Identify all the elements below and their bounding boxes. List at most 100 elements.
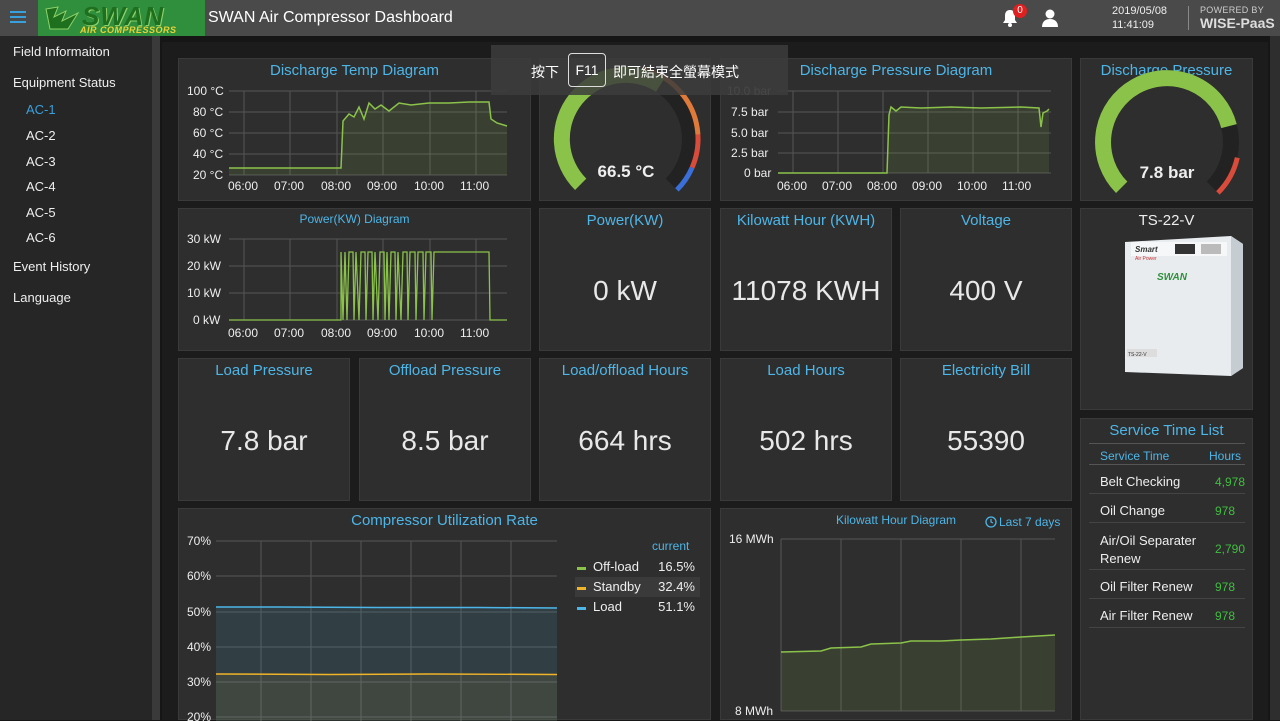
sidebar: Field Informaiton Equipment Status AC-1 … <box>0 36 152 720</box>
load-offload-hours-title: Load/offload Hours <box>561 362 689 379</box>
notification-badge: 0 <box>1013 4 1027 18</box>
service-row: Air Filter Renew 978 <box>1089 599 1245 628</box>
load-hours-card: Load Hours 502 hrs <box>720 358 892 501</box>
discharge-pressure-gauge-card: Discharge Pressure 7.8 bar <box>1080 58 1253 201</box>
service-time-card: Service Time List Service Time Hours Bel… <box>1080 418 1253 720</box>
x-tick: 09:00 <box>912 179 942 193</box>
load-pressure-value: 7.8 bar <box>220 425 308 456</box>
pressure-gauge-value: 7.8 bar <box>1140 163 1195 182</box>
x-tick: 08:00 <box>321 326 351 340</box>
hamburger-menu-icon[interactable] <box>10 11 26 25</box>
y-tick: 7.5 bar <box>731 105 768 119</box>
compressor-image: Smart Air Power SWAN TS-22-V <box>1125 236 1243 376</box>
toast-text-after: 即可結束全螢幕模式 <box>613 64 739 80</box>
load-offload-hours-card: Load/offload Hours 664 hrs <box>539 358 711 501</box>
legend-label: Load <box>593 599 622 614</box>
sidebar-item-field-information[interactable]: Field Informaiton <box>13 44 110 59</box>
swan-logo: SWAN AIR COMPRESSORS <box>38 0 205 36</box>
sidebar-item-ac-6[interactable]: AC-6 <box>26 230 56 245</box>
x-tick: 11:00 <box>460 326 489 340</box>
offload-pressure-title: Offload Pressure <box>388 362 502 379</box>
service-row: Air/Oil Separater Renew 2,790 <box>1089 523 1245 570</box>
app-title: SWAN Air Compressor Dashboard <box>208 9 453 26</box>
y-tick: 30% <box>187 675 211 689</box>
service-name: Oil Change <box>1100 503 1166 518</box>
date-display: 2019/05/08 <box>1112 5 1168 17</box>
x-tick: 07:00 <box>822 179 852 193</box>
service-row: Oil Change 978 <box>1089 494 1245 523</box>
legend-value: 51.1% <box>658 599 695 614</box>
x-tick: 11:00 <box>460 179 489 193</box>
pressure-gauge: 7.8 bar <box>1095 70 1240 195</box>
power-chart: 30 kW 20 kW 10 kW 0 kW 06:00 07:00 08:00… <box>187 232 507 340</box>
sidebar-item-event-history[interactable]: Event History <box>13 259 90 274</box>
service-hours: 2,790 <box>1215 542 1246 556</box>
service-hours: 4,978 <box>1215 475 1246 489</box>
user-icon[interactable] <box>1040 8 1060 28</box>
divider <box>1188 6 1189 30</box>
electricity-bill-title: Electricity Bill <box>941 362 1031 379</box>
load-hours-title: Load Hours <box>767 362 845 379</box>
discharge-temp-chart: 100 °C 80 °C 60 °C 40 °C 20 °C 06:00 07:… <box>187 84 508 193</box>
legend-label: Off-load <box>593 559 640 574</box>
x-tick: 09:00 <box>367 179 397 193</box>
fullscreen-toast: 按下 F11 即可結束全螢幕模式 <box>491 45 788 95</box>
y-tick: 2.5 bar <box>731 146 768 160</box>
logo-subtext: AIR COMPRESSORS <box>80 25 177 35</box>
sidebar-item-ac-4[interactable]: AC-4 <box>26 179 56 194</box>
service-name: Air/Oil Separater Renew <box>1100 533 1197 566</box>
power-diagram-card: Power(KW) Diagram 30 kW 20 kW 10 kW 0 kW… <box>178 208 531 351</box>
x-tick: 11:00 <box>1002 179 1031 193</box>
powered-by-label: POWERED BY <box>1200 5 1265 15</box>
voltage-value: 400 V <box>949 275 1023 306</box>
y-tick: 10 kW <box>187 286 222 300</box>
legend-swatch <box>577 567 586 570</box>
sidebar-item-ac-2[interactable]: AC-2 <box>26 128 56 143</box>
column-header-hours: Hours <box>1209 449 1242 463</box>
machine-brand-label: SWAN <box>1157 272 1188 283</box>
y-tick: 60% <box>187 569 211 583</box>
x-tick: 07:00 <box>274 179 304 193</box>
load-offload-hours-value: 664 hrs <box>578 425 672 456</box>
electricity-bill-card: Electricity Bill 55390 <box>900 358 1072 501</box>
y-tick: 50% <box>187 605 211 619</box>
load-hours-value: 502 hrs <box>759 425 853 456</box>
power-value: 0 kW <box>593 275 657 306</box>
legend-label: Standby <box>593 579 641 594</box>
kwh-value: 11078 KWH <box>731 275 881 306</box>
x-tick: 10:00 <box>414 179 444 193</box>
y-tick: 80 °C <box>193 105 223 119</box>
machine-series-label: Smart <box>1135 245 1158 254</box>
y-tick: 8 MWh <box>735 704 773 718</box>
x-tick: 08:00 <box>867 179 897 193</box>
utilization-card: Compressor Utilization Rate 70% 60% 50% … <box>178 508 711 721</box>
model-name: TS-22-V <box>1138 212 1195 229</box>
machine-model-label: TS-22-V <box>1128 352 1147 358</box>
machine-tagline: Air Power <box>1135 256 1157 262</box>
top-bar: SWAN AIR COMPRESSORS SWAN Air Compressor… <box>0 0 1280 36</box>
y-tick: 40% <box>187 640 211 654</box>
service-row: Oil Filter Renew 978 <box>1089 570 1245 599</box>
voltage-title: Voltage <box>960 212 1012 229</box>
sidebar-scrollbar[interactable] <box>152 36 160 720</box>
legend-item-load[interactable]: Load 51.1% <box>575 597 700 617</box>
sidebar-item-equipment-status[interactable]: Equipment Status <box>13 75 116 90</box>
swan-bird-icon <box>45 6 80 30</box>
offload-pressure-value: 8.5 bar <box>401 425 489 456</box>
discharge-temp-card: Discharge Temp Diagram 100 °C 80 °C 60 °… <box>178 58 531 201</box>
y-tick: 0 bar <box>744 166 771 180</box>
sidebar-item-language[interactable]: Language <box>13 290 71 305</box>
load-pressure-card: Load Pressure 7.8 bar <box>178 358 350 501</box>
kwh-diagram-card: Kilowatt Hour Diagram Last 7 days 16 MWh… <box>720 508 1072 720</box>
x-tick: 10:00 <box>957 179 987 193</box>
x-tick: 10:00 <box>414 326 444 340</box>
legend-item-offload[interactable]: Off-load 16.5% <box>575 557 700 577</box>
main-scrollbar[interactable] <box>1270 36 1280 720</box>
legend-item-standby[interactable]: Standby 32.4% <box>575 577 700 597</box>
sidebar-item-ac-1[interactable]: AC-1 <box>26 102 56 117</box>
sidebar-item-ac-5[interactable]: AC-5 <box>26 205 56 220</box>
offload-pressure-card: Offload Pressure 8.5 bar <box>359 358 531 501</box>
sidebar-item-ac-3[interactable]: AC-3 <box>26 154 56 169</box>
service-time-title: Service Time List <box>1109 422 1224 439</box>
time-display: 11:41:09 <box>1112 19 1155 31</box>
